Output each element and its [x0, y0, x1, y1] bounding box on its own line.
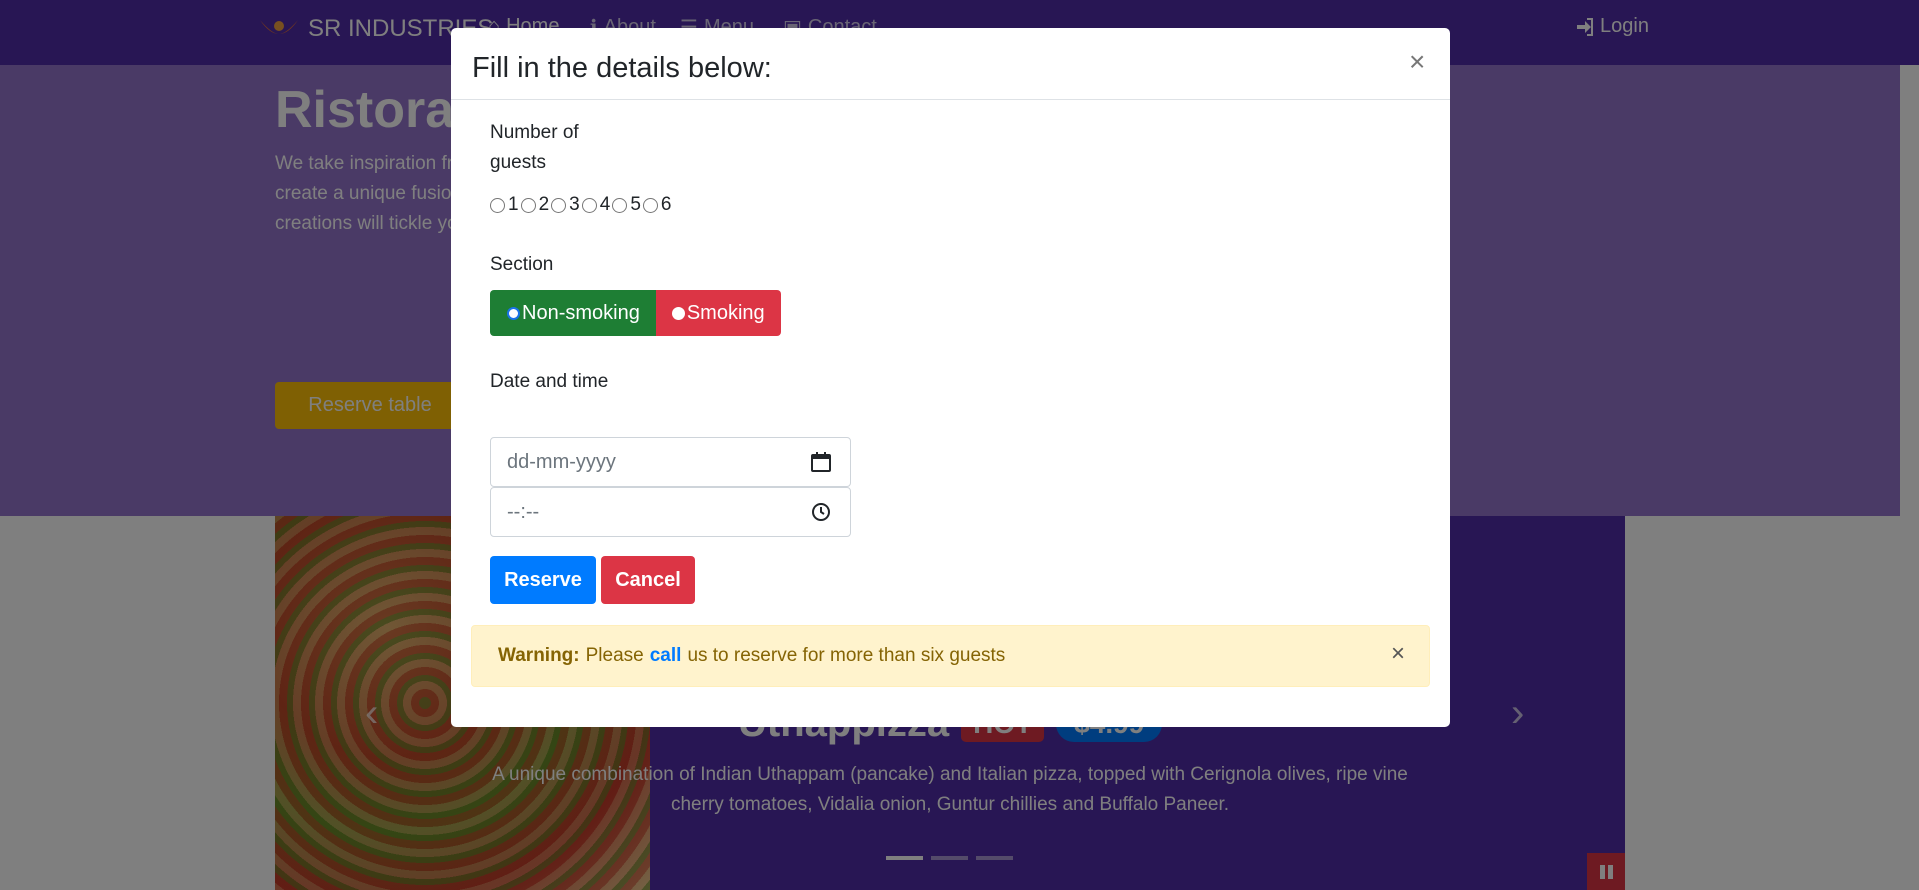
guests-label: Number of guests: [490, 122, 579, 173]
radio-icon: [507, 306, 520, 320]
guest-option-label: 6: [660, 194, 672, 215]
time-placeholder: --:--: [507, 500, 540, 523]
datetime-label: Date and time: [490, 371, 609, 392]
guest-option-5[interactable]: 5: [612, 194, 641, 216]
warning-alert: Warning: Please call us to reserve for m…: [471, 625, 1430, 687]
reservation-modal: Fill in the details below: × Number of g…: [451, 28, 1450, 727]
guest-option-label: 2: [538, 194, 550, 215]
clock-icon[interactable]: [810, 501, 832, 523]
radio-icon[interactable]: [581, 197, 597, 213]
non-smoking-button[interactable]: Non-smoking: [490, 290, 656, 336]
guest-option-label: 3: [569, 194, 580, 215]
reserve-button[interactable]: Reserve: [490, 556, 596, 604]
guest-option-label: 5: [630, 194, 641, 215]
alert-strong: Warning:: [498, 645, 580, 666]
radio-icon[interactable]: [642, 197, 658, 213]
alert-text-post: us to reserve for more than six guests: [687, 645, 1006, 666]
date-input[interactable]: dd-mm-yyyy: [490, 437, 851, 487]
call-link[interactable]: call: [650, 645, 682, 667]
calendar-icon[interactable]: [810, 451, 832, 473]
radio-icon[interactable]: [520, 197, 536, 213]
radio-icon: [671, 306, 685, 320]
section-label: Section: [490, 254, 554, 275]
radio-icon[interactable]: [490, 197, 505, 213]
section-toggle-group: Non-smoking Smoking: [490, 290, 781, 336]
guests-radio-group: 1 2 3 4 5 6: [490, 194, 673, 216]
close-icon[interactable]: ×: [1391, 642, 1405, 666]
close-icon[interactable]: ×: [1409, 48, 1425, 76]
cancel-button[interactable]: Cancel: [601, 556, 695, 604]
date-placeholder: dd-mm-yyyy: [507, 450, 616, 473]
modal-header: Fill in the details below: ×: [451, 28, 1450, 100]
guest-option-label: 1: [508, 194, 519, 215]
guest-option-6[interactable]: 6: [642, 194, 672, 216]
alert-text-pre: Please: [585, 645, 644, 666]
radio-icon[interactable]: [612, 197, 628, 213]
guest-option-3[interactable]: 3: [551, 194, 580, 216]
smoking-button[interactable]: Smoking: [655, 290, 781, 336]
guest-option-4[interactable]: 4: [581, 194, 611, 216]
smoking-label: Smoking: [686, 301, 765, 324]
radio-icon[interactable]: [551, 197, 567, 213]
guest-option-1[interactable]: 1: [490, 194, 519, 216]
guest-option-label: 4: [599, 194, 611, 215]
guest-option-2[interactable]: 2: [520, 194, 550, 216]
non-smoking-label: Non-smoking: [522, 301, 640, 324]
time-input[interactable]: --:--: [490, 487, 851, 537]
modal-title: Fill in the details below:: [472, 52, 772, 84]
